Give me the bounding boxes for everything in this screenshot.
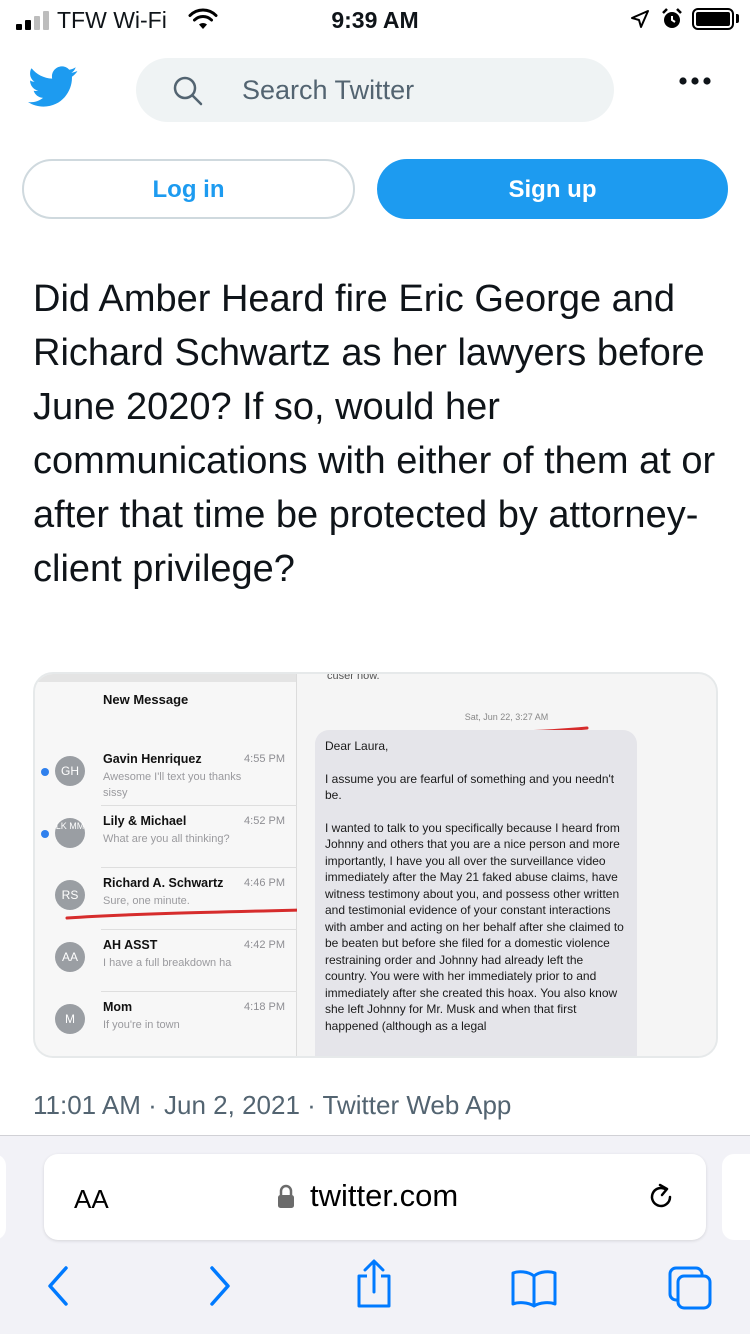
- avatar: LK MM: [55, 818, 85, 848]
- message-paragraph: I wanted to talk to you specifically bec…: [325, 820, 624, 1033]
- avatar: AA: [55, 942, 85, 972]
- address-bar[interactable]: AA twitter.com: [44, 1154, 706, 1240]
- thread-preview: Sure, one minute.: [103, 895, 190, 907]
- signup-button[interactable]: Sign up: [377, 159, 728, 219]
- unread-dot-icon: [41, 830, 49, 838]
- twitter-bird-icon[interactable]: [28, 66, 78, 108]
- tweet-text: Did Amber Heard fire Eric George and Ric…: [33, 278, 716, 590]
- avatar: M: [55, 1004, 85, 1034]
- message-bubble: Dear Laura, I assume you are fearful of …: [315, 730, 637, 1056]
- thread-time: 4:18 PM: [244, 1001, 285, 1013]
- thread-item: LK MM Lily & Michael 4:52 PM What are yo…: [35, 806, 297, 868]
- alarm-icon: [662, 8, 682, 28]
- red-annotation-underline: [65, 908, 303, 920]
- search-input[interactable]: Search Twitter: [136, 58, 614, 122]
- message-paragraph: I assume you are fearful of something an…: [325, 771, 615, 803]
- thread-time: 4:52 PM: [244, 815, 285, 827]
- search-icon: [173, 76, 203, 106]
- search-placeholder: Search Twitter: [242, 75, 415, 105]
- tweet-timestamp[interactable]: 11:01 AM · Jun 2, 2021 · Twitter Web App: [33, 1090, 511, 1121]
- thread-item: AA AH ASST 4:42 PM I have a full breakdo…: [35, 930, 297, 992]
- lock-icon: [278, 1184, 294, 1208]
- thread-name: Lily & Michael: [103, 814, 187, 828]
- next-tab-peek[interactable]: [722, 1154, 750, 1240]
- thread-name: Richard A. Schwartz: [103, 876, 224, 890]
- thread-name: Gavin Henriquez: [103, 752, 202, 766]
- message-view: cuser now. Sat, Jun 22, 3:27 AM Dear Lau…: [297, 674, 716, 1056]
- safari-toolbar: AA twitter.com: [0, 1135, 750, 1334]
- previous-tab-peek[interactable]: [0, 1154, 6, 1240]
- thread-preview: What are you all thinking?: [103, 833, 230, 845]
- thread-name: Mom: [103, 1000, 133, 1014]
- thread-preview: Awesome I'll text you thanks sissy: [103, 771, 242, 799]
- avatar: GH: [55, 756, 85, 786]
- twitter-header: Search Twitter: [0, 48, 750, 138]
- avatar: RS: [55, 880, 85, 910]
- auth-buttons: Log in Sign up: [0, 150, 750, 240]
- battery-icon: [692, 8, 734, 30]
- tweet-media-image[interactable]: New Message GH Gavin Henriquez 4:55 PM A…: [33, 672, 718, 1058]
- clipped-header-text: cuser now.: [327, 672, 380, 682]
- tabs-icon[interactable]: [666, 1264, 714, 1312]
- reader-options-button[interactable]: AA: [74, 1184, 109, 1215]
- more-icon[interactable]: [678, 76, 712, 86]
- status-bar: TFW Wi-Fi 9:39 AM: [0, 0, 750, 40]
- messages-list: New Message GH Gavin Henriquez 4:55 PM A…: [35, 674, 303, 1056]
- thread-name: AH ASST: [103, 938, 158, 952]
- thread-time: 4:42 PM: [244, 939, 285, 951]
- message-date: Sat, Jun 22, 3:27 AM: [464, 712, 549, 722]
- reader-options-label: AA: [74, 1184, 109, 1214]
- location-arrow-icon: [631, 10, 649, 28]
- login-button[interactable]: Log in: [22, 159, 355, 219]
- url-text: twitter.com: [310, 1178, 459, 1213]
- thread-time: 4:55 PM: [244, 753, 285, 765]
- reload-icon[interactable]: [646, 1182, 676, 1212]
- thread-item: M Mom 4:18 PM If you're in town: [35, 992, 297, 1054]
- unread-dot-icon: [41, 768, 49, 776]
- share-icon[interactable]: [354, 1258, 394, 1310]
- thread-preview: If you're in town: [103, 1019, 180, 1031]
- thread-item: GH Gavin Henriquez 4:55 PM Awesome I'll …: [35, 744, 297, 806]
- bookmarks-icon[interactable]: [510, 1268, 558, 1308]
- forward-icon[interactable]: [206, 1264, 234, 1308]
- message-paragraph: Dear Laura,: [325, 739, 389, 753]
- thread-preview: I have a full breakdown ha: [103, 957, 232, 969]
- new-message-title: New Message: [103, 692, 189, 707]
- thread-time: 4:46 PM: [244, 877, 285, 889]
- back-icon[interactable]: [44, 1264, 72, 1308]
